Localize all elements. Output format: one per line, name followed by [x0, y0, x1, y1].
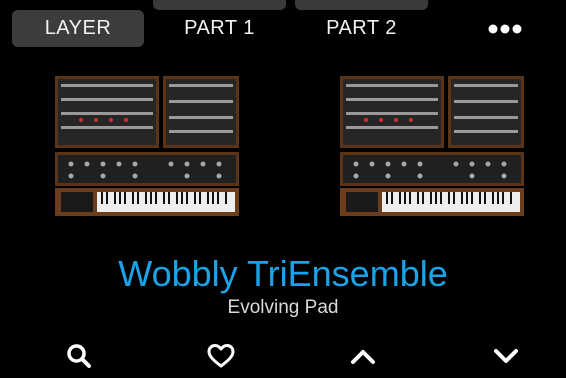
next-button[interactable]	[486, 340, 526, 372]
heart-icon	[207, 344, 235, 368]
tab-bar: LAYER PART 1 PART 2	[0, 0, 566, 52]
chevron-up-icon	[351, 350, 375, 364]
previous-button[interactable]	[343, 340, 383, 372]
tab-part-2[interactable]: PART 2	[295, 10, 428, 47]
synth-image-right	[340, 76, 524, 216]
search-button[interactable]	[59, 340, 99, 372]
tab-layer-label: LAYER	[44, 17, 112, 39]
tab-part-1-label: PART 1	[184, 17, 255, 39]
tab-part-2-label: PART 2	[326, 17, 397, 39]
chevron-down-icon	[494, 349, 518, 363]
more-dots-icon	[488, 24, 522, 33]
preset-name: Wobbly TriEnsemble	[118, 253, 448, 294]
tab-part-1[interactable]: PART 1	[153, 10, 286, 47]
more-button[interactable]	[470, 10, 540, 47]
favorite-button[interactable]	[201, 340, 241, 372]
preset-category: Evolving Pad	[227, 297, 339, 318]
tab-bar-edge	[295, 0, 428, 10]
tab-bar-edge	[153, 0, 286, 10]
search-icon	[67, 344, 91, 368]
tab-layer[interactable]: LAYER	[12, 10, 144, 47]
synth-image-left	[55, 76, 239, 216]
